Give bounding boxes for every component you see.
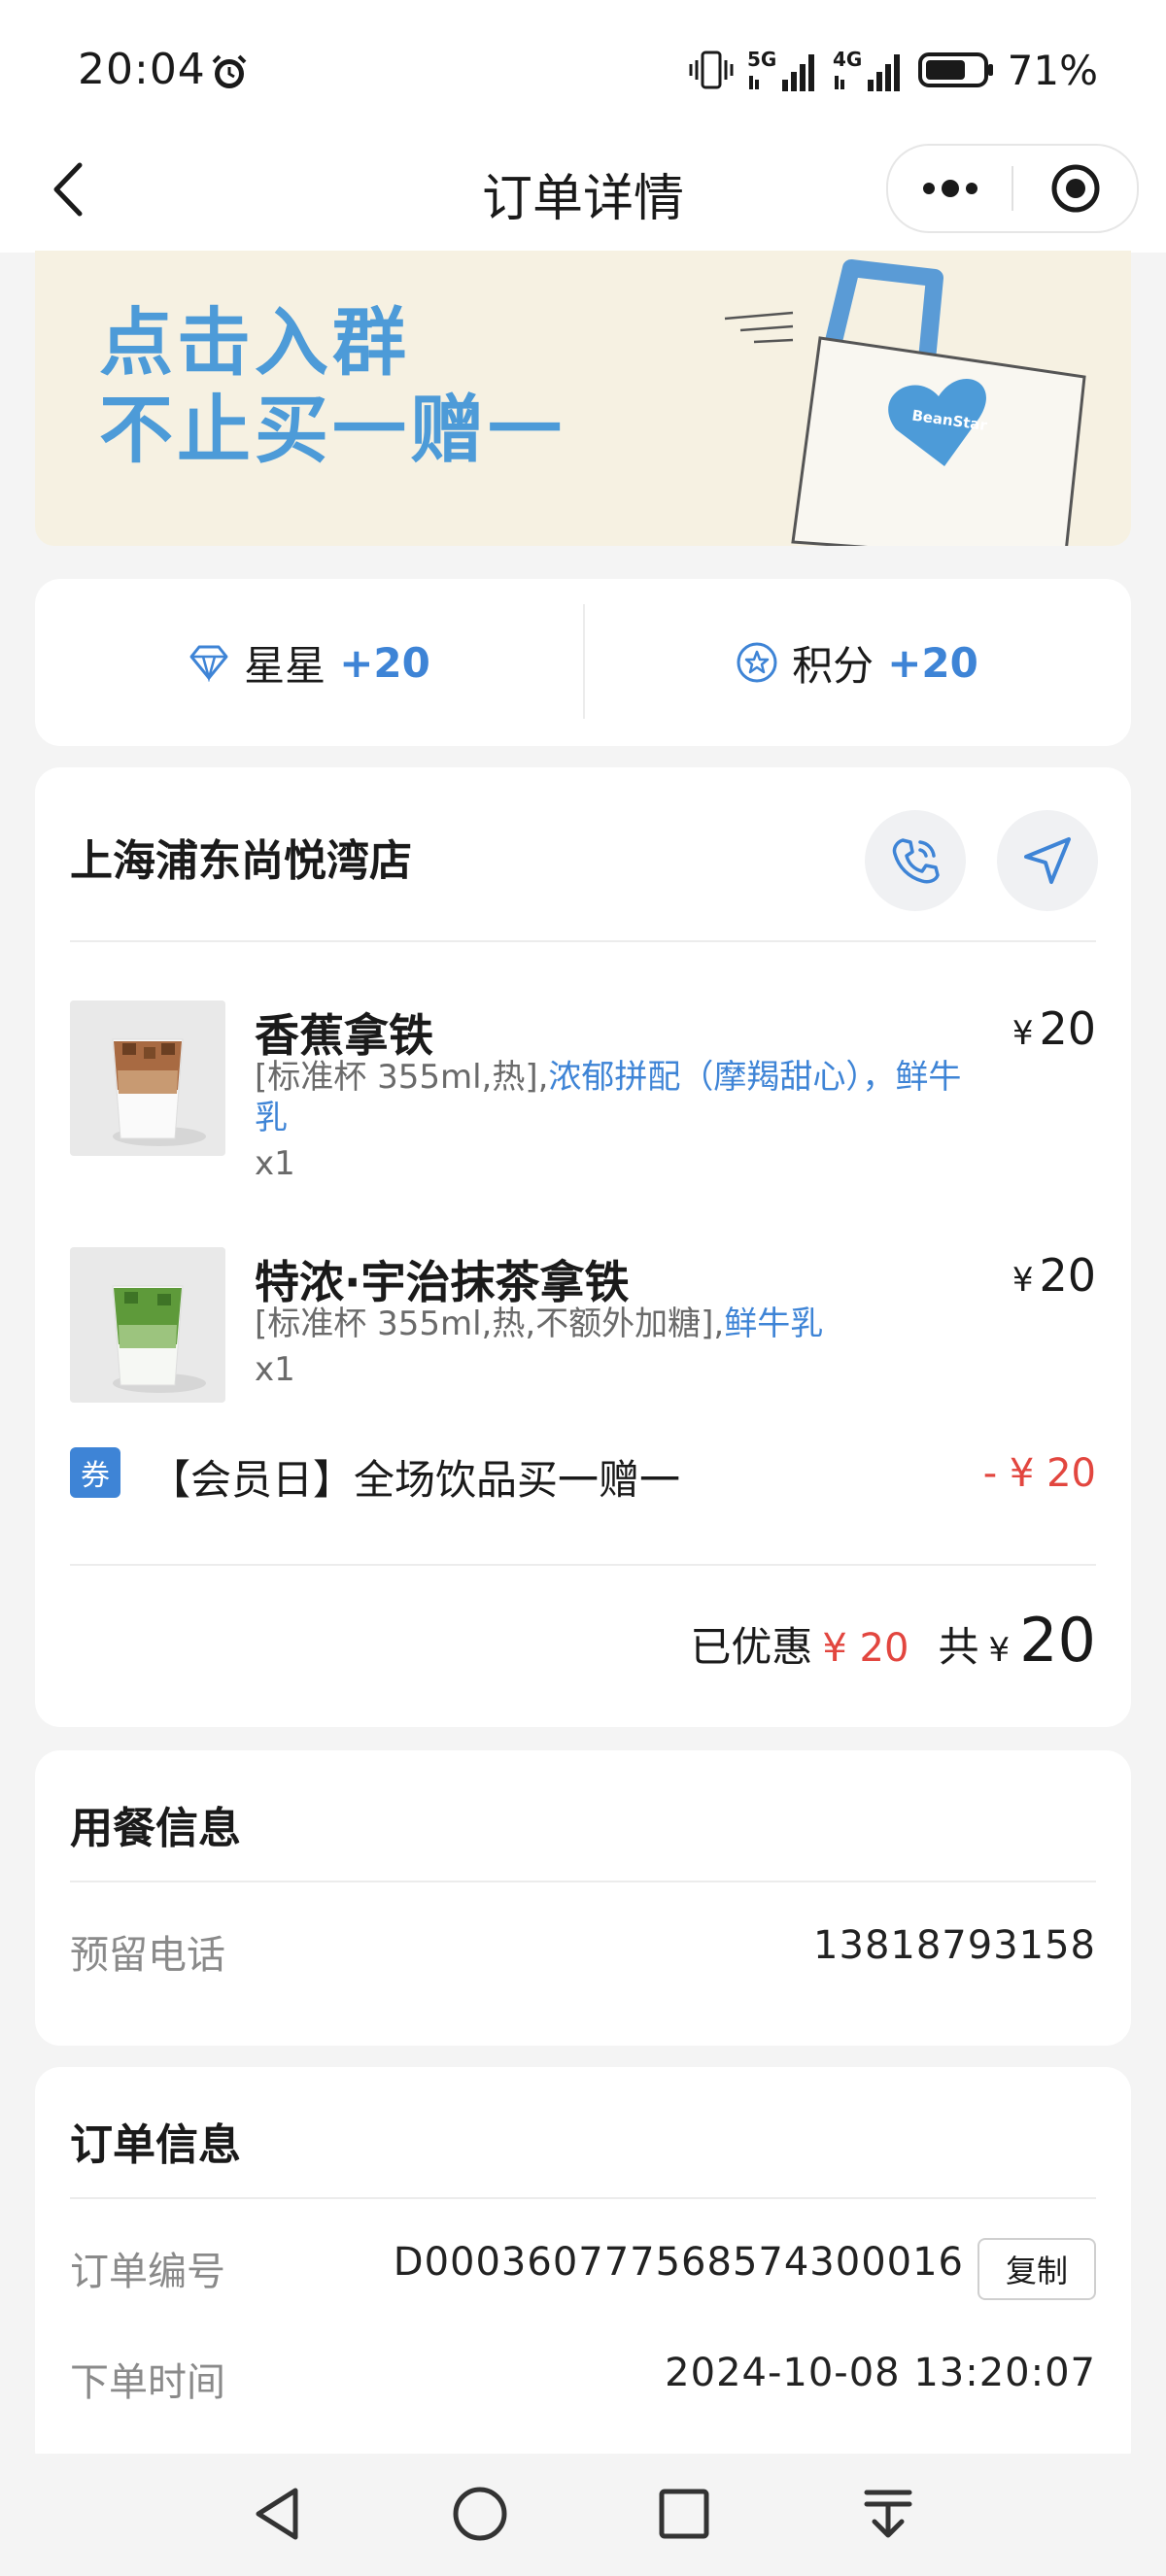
system-indicators: 5G 4G 71% xyxy=(689,45,1098,95)
item-image-matcha-latte xyxy=(70,1247,225,1403)
more-button[interactable] xyxy=(888,146,1012,231)
circle-home-icon xyxy=(453,2487,507,2541)
order-item: 特浓·宇治抹茶拿铁 ¥20 [标准杯 355ml,热,不额外加糖],鲜牛乳 x1 xyxy=(70,1247,1096,1412)
triangle-back-icon xyxy=(256,2488,298,2540)
system-home-button[interactable] xyxy=(441,2475,519,2553)
coupon-text: 【会员日】全场饮品买一赠一 xyxy=(150,1456,681,1504)
navigation-arrow-icon xyxy=(1024,837,1071,884)
item-name: 香蕉拿铁 xyxy=(255,1009,433,1062)
item-quantity: x1 xyxy=(255,1144,295,1183)
phone-label: 预留电话 xyxy=(70,1933,225,1978)
order-info-divider xyxy=(70,2197,1096,2199)
stars-reward: 星星 +20 xyxy=(35,579,583,746)
more-icon xyxy=(922,180,977,197)
discount-value: ¥ 20 xyxy=(822,1626,909,1671)
alarm-icon xyxy=(212,54,247,88)
battery-percent: 71% xyxy=(1007,46,1098,94)
system-notification-button[interactable] xyxy=(849,2475,927,2553)
item-price: ¥20 xyxy=(1012,1002,1096,1055)
order-number-value: D000360777568574300016 xyxy=(393,2240,964,2285)
coupon-row: 券 【会员日】全场饮品买一赠一 - ¥ 20 xyxy=(70,1441,1096,1504)
item-quantity: x1 xyxy=(255,1350,295,1389)
battery-icon xyxy=(917,52,993,87)
stars-value: +20 xyxy=(339,638,430,687)
store-divider xyxy=(70,940,1096,942)
latte-cup-image xyxy=(70,1000,225,1156)
points-reward: 积分 +20 xyxy=(583,579,1131,746)
navigate-button[interactable] xyxy=(997,810,1098,911)
vibrate-icon xyxy=(689,51,734,89)
points-label: 积分 xyxy=(792,641,874,690)
points-value: +20 xyxy=(887,638,978,687)
svg-text:5G: 5G xyxy=(747,48,776,71)
stars-label: 星星 xyxy=(244,641,326,690)
status-time: 20:04 xyxy=(78,45,206,94)
order-item: 香蕉拿铁 ¥20 [标准杯 355ml,热],浓郁拼配（摩羯甜心），鲜牛乳 x1 xyxy=(70,1000,1096,1214)
system-recents-button[interactable] xyxy=(645,2475,723,2553)
totals-divider xyxy=(70,1564,1096,1566)
item-image-banana-latte xyxy=(70,1000,225,1156)
square-recents-icon xyxy=(659,2489,709,2539)
total-label: 共 xyxy=(938,1623,979,1671)
total-currency: ¥ xyxy=(988,1631,1011,1670)
signal-4g-icon: 4G xyxy=(833,48,900,91)
dining-divider xyxy=(70,1881,1096,1882)
order-time-value: 2024-10-08 13:20:07 xyxy=(665,2351,1096,2395)
phone-icon xyxy=(892,838,940,884)
store-name: 上海浦东尚悦湾店 xyxy=(70,836,412,886)
order-info-title: 订单信息 xyxy=(70,2120,241,2170)
miniapp-capsule xyxy=(886,144,1139,233)
item-name: 特浓·宇治抹茶拿铁 xyxy=(255,1256,630,1308)
order-card: 上海浦东尚悦湾店 香蕉拿铁 ¥20 [标准杯 355ml,热],浓郁拼配（摩羯甜… xyxy=(35,767,1131,1727)
coupon-amount: - ¥ 20 xyxy=(982,1451,1096,1496)
system-navigation-bar xyxy=(0,2454,1166,2576)
item-spec: [标准杯 355ml,热,不额外加糖],鲜牛乳 xyxy=(255,1305,824,1343)
banner-line-1: 点击入群 xyxy=(99,299,410,386)
dining-info-title: 用餐信息 xyxy=(70,1804,241,1853)
banner-line-2: 不止买一赠一 xyxy=(99,387,566,473)
discount-label: 已优惠 xyxy=(690,1623,813,1671)
order-time-label: 下单时间 xyxy=(70,2360,225,2405)
close-miniapp-button[interactable] xyxy=(1013,146,1137,231)
order-info-card: 订单信息 订单编号 D000360777568574300016 复制 下单时间… xyxy=(35,2067,1131,2475)
points-star-icon xyxy=(737,642,777,683)
order-totals: 已优惠 ¥ 20 共 ¥ 20 xyxy=(690,1605,1096,1676)
diamond-icon xyxy=(189,645,228,682)
pull-down-icon xyxy=(864,2490,912,2538)
system-back-button[interactable] xyxy=(239,2475,317,2553)
order-number-label: 订单编号 xyxy=(70,2250,225,2294)
total-value: 20 xyxy=(1019,1605,1096,1676)
rewards-card: 星星 +20 积分 +20 xyxy=(35,579,1131,746)
copy-button[interactable]: 复制 xyxy=(977,2238,1096,2300)
coupon-tag: 券 xyxy=(70,1447,120,1498)
banner-headline: 点击入群 不止买一赠一 xyxy=(99,299,566,474)
call-store-button[interactable] xyxy=(865,810,966,911)
phone-value: 13818793158 xyxy=(813,1923,1096,1968)
target-icon xyxy=(1051,164,1099,213)
signal-5g-icon: 5G xyxy=(747,48,814,91)
item-spec: [标准杯 355ml,热],浓郁拼配（摩羯甜心），鲜牛乳 xyxy=(255,1058,962,1137)
svg-text:4G: 4G xyxy=(833,48,862,71)
tote-bag-illustration: BeanStar xyxy=(724,259,1086,546)
dining-info-card: 用餐信息 预留电话 13818793158 xyxy=(35,1750,1131,2046)
join-group-banner[interactable]: 点击入群 不止买一赠一 BeanStar xyxy=(35,251,1131,546)
matcha-cup-image xyxy=(70,1247,225,1403)
item-price: ¥20 xyxy=(1012,1249,1096,1302)
